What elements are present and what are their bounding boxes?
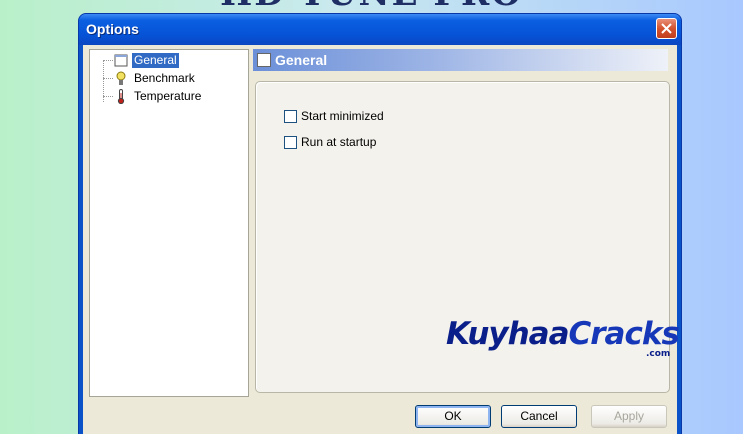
cancel-button[interactable]: Cancel	[501, 405, 577, 428]
banner-title: HD TUNE PRO	[0, 0, 743, 14]
start-minimized-checkbox[interactable]	[284, 110, 297, 123]
general-icon	[257, 53, 271, 67]
start-minimized-label: Start minimized	[301, 109, 384, 123]
tree-item-general[interactable]: General	[90, 52, 240, 69]
tree-item-label: Benchmark	[134, 71, 195, 85]
close-icon	[661, 23, 672, 34]
general-icon	[114, 54, 128, 67]
window-title: Options	[86, 21, 139, 37]
watermark-logo: KuyhaaCracks	[446, 316, 680, 352]
watermark-text: Cracks	[568, 316, 680, 352]
watermark-text: Kuyhaa	[446, 316, 570, 352]
options-tree: General Benchmark Temperature	[89, 49, 249, 397]
dialog-client-area: General Benchmark Temperature General St…	[83, 45, 677, 434]
tree-item-label: Temperature	[134, 89, 202, 103]
thermometer-icon	[117, 89, 125, 104]
run-at-startup-checkbox[interactable]	[284, 136, 297, 149]
apply-button: Apply	[591, 405, 667, 428]
benchmark-icon	[116, 71, 126, 85]
tree-item-benchmark[interactable]: Benchmark	[90, 70, 240, 87]
tree-item-label: General	[132, 53, 179, 68]
close-button[interactable]	[656, 18, 677, 39]
page-header: General	[253, 49, 668, 71]
ok-button[interactable]: OK	[415, 405, 491, 428]
watermark-suffix: .com	[646, 349, 671, 359]
options-dialog: Options General Benchmark Temperature Ge…	[79, 14, 681, 434]
title-bar[interactable]: Options	[79, 14, 681, 45]
tree-item-temperature[interactable]: Temperature	[90, 88, 240, 105]
page-title: General	[275, 52, 328, 68]
run-at-startup-label: Run at startup	[301, 135, 377, 149]
